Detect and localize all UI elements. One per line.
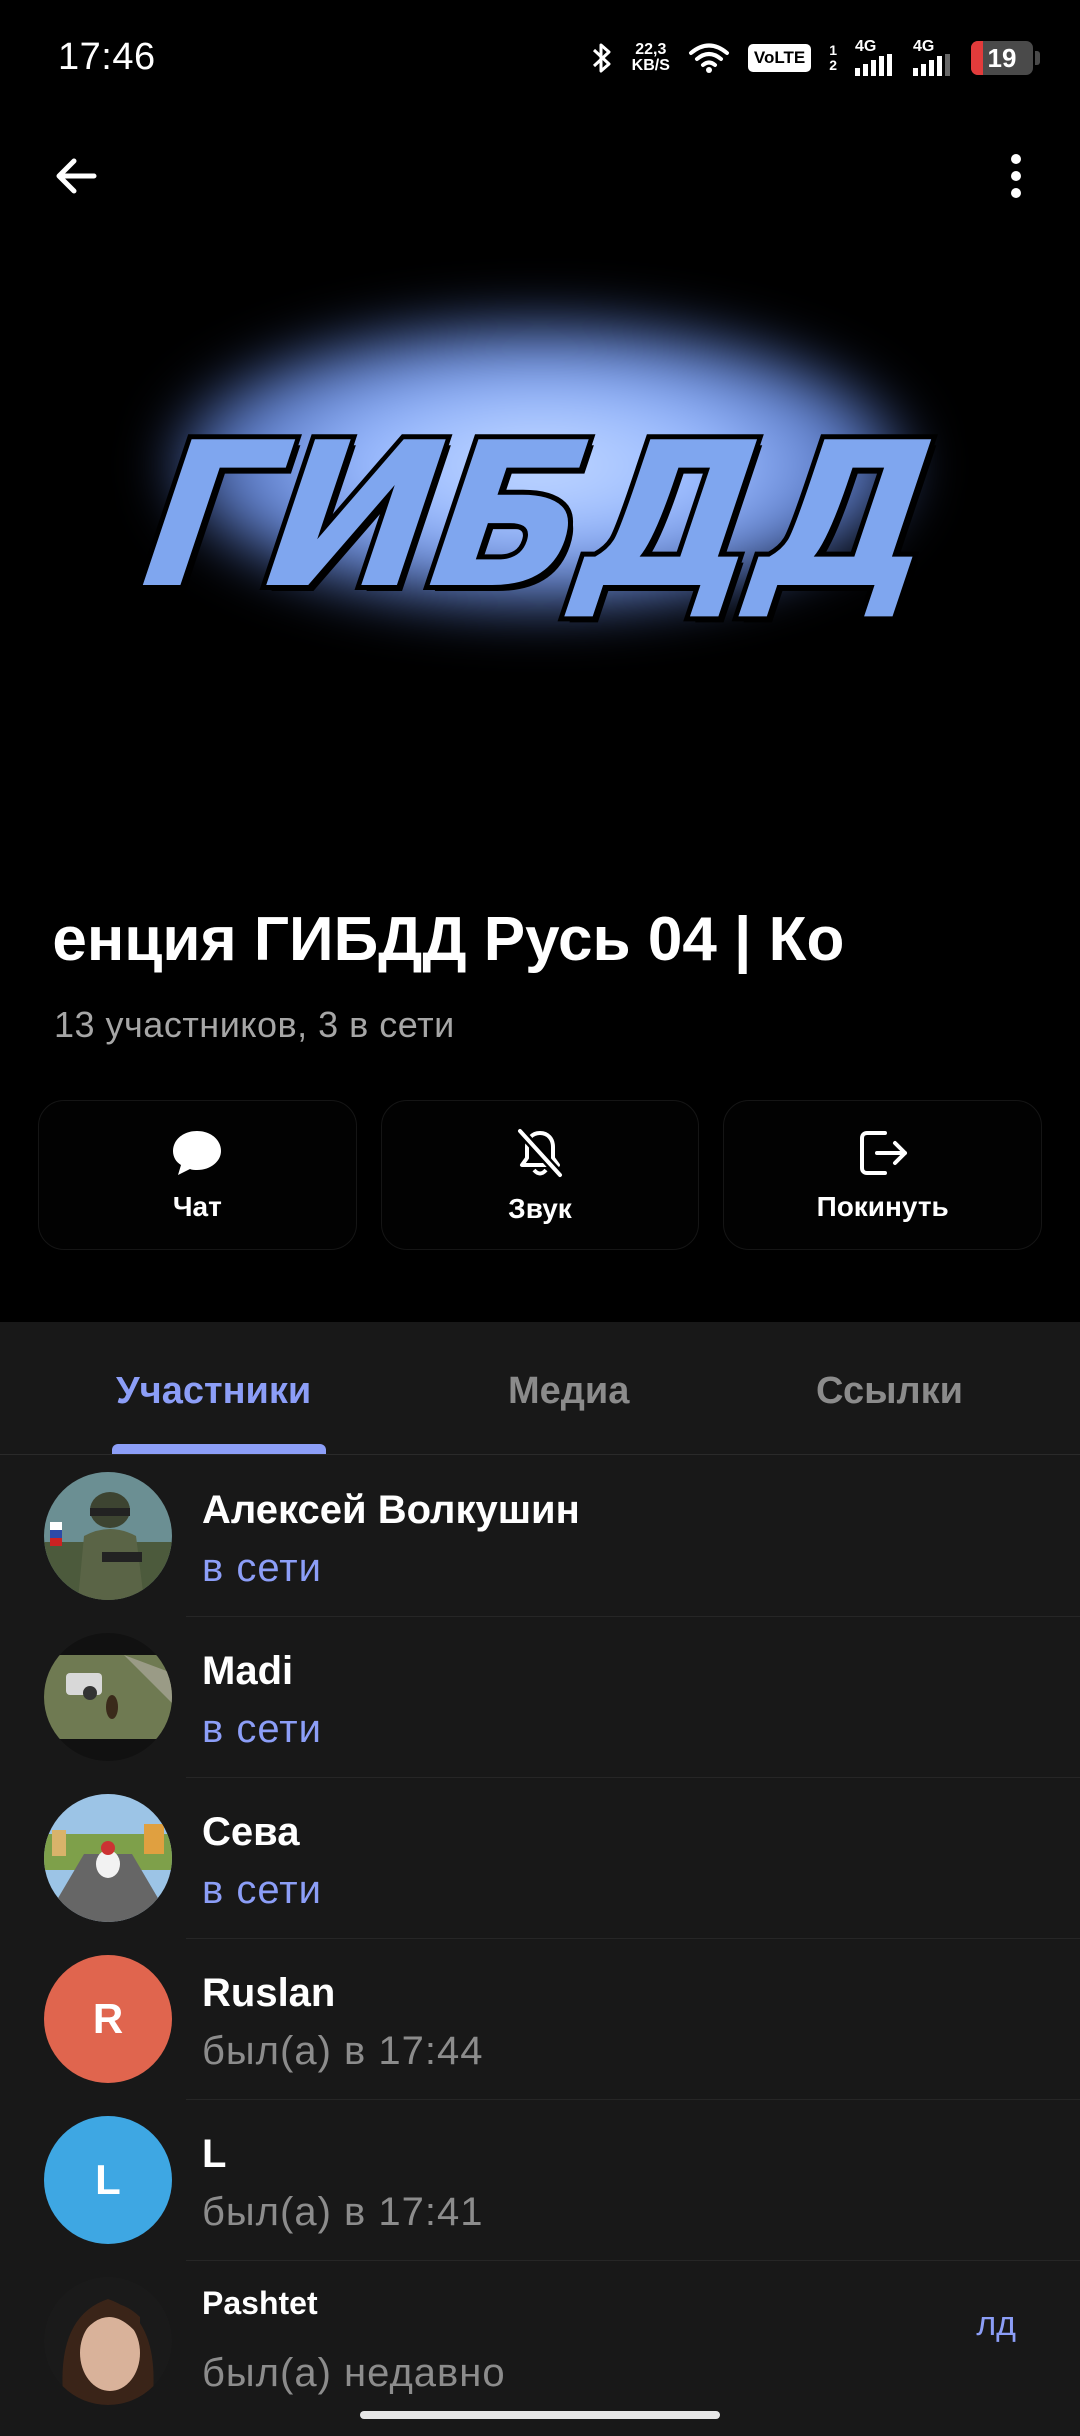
member-status: в сети	[202, 1707, 322, 1751]
sim2-signal: 4G	[913, 39, 953, 76]
sim-indices: 12	[829, 42, 837, 73]
battery-icon: 19	[971, 41, 1033, 75]
member-name: Pashtet	[202, 2285, 318, 2321]
member-status: был(а) недавно	[202, 2351, 506, 2395]
action-row: Чат Звук Покинуть	[38, 1100, 1043, 1250]
group-subtitle: 13 участников, 3 в сети	[54, 1004, 455, 1045]
status-time: 17:46	[58, 36, 156, 78]
wifi-icon	[688, 43, 729, 73]
member-name: Ruslan	[202, 1971, 336, 2015]
leave-icon	[859, 1131, 907, 1175]
volte-badge: VoLTE	[747, 44, 812, 72]
member-row[interactable]: R Ruslan был(а) в 17:44	[0, 1939, 1080, 2100]
signal-icon	[913, 54, 950, 76]
member-name: Алексей Волкушин	[202, 1488, 580, 1532]
tab-indicator	[112, 1444, 326, 1454]
back-button[interactable]	[36, 136, 116, 216]
member-row[interactable]: Pashtet был(а) недавно лд	[0, 2261, 1080, 2422]
member-row[interactable]: Алексей Волкушин в сети	[0, 1456, 1080, 1617]
leave-button[interactable]: Покинуть	[723, 1100, 1043, 1250]
member-row[interactable]: L L был(а) в 17:41	[0, 2100, 1080, 2261]
bell-off-icon	[516, 1127, 564, 1179]
more-vertical-icon	[1011, 154, 1021, 198]
member-status: в сети	[202, 1546, 322, 1590]
status-bar: 17:46 22,3 KB/S VoLTE 12 4G 4G 19	[0, 0, 1080, 120]
leave-label: Покинуть	[816, 1191, 949, 1222]
network-speed: 22,3 KB/S	[631, 41, 670, 74]
group-title: еренция ГИБДД Русь 04 | Ко	[50, 905, 845, 974]
tab-bar: Участники Медиа Ссылки	[0, 1322, 1080, 1455]
home-indicator[interactable]	[360, 2411, 720, 2419]
sim1-signal: 4G	[855, 39, 895, 76]
member-status: был(а) в 17:41	[202, 2190, 484, 2234]
member-status: был(а) в 17:44	[202, 2029, 484, 2073]
more-options-button[interactable]	[976, 136, 1056, 216]
group-cover[interactable]: ГИБДД	[0, 210, 1080, 860]
member-name: L	[202, 2132, 227, 2176]
avatar-initial: R	[44, 1955, 172, 2083]
avatar	[44, 1633, 172, 1761]
sound-label: Звук	[508, 1193, 572, 1224]
chat-button[interactable]: Чат	[38, 1100, 357, 1250]
status-icons: 22,3 KB/S VoLTE 12 4G 4G 19	[590, 36, 1040, 80]
avatar	[44, 1472, 172, 1600]
member-role-badge: лд	[976, 2305, 1016, 2343]
member-name: Madi	[202, 1649, 294, 1693]
avatar	[44, 2277, 172, 2405]
signal-icon	[855, 54, 892, 76]
avatar	[44, 1794, 172, 1922]
chat-bubble-icon	[173, 1131, 222, 1175]
tab-members[interactable]: Участники	[116, 1370, 311, 1413]
member-status: в сети	[202, 1868, 322, 1912]
cover-logo-text: ГИБДД	[127, 395, 953, 638]
member-row[interactable]: Madi в сети	[0, 1617, 1080, 1778]
avatar-initial: L	[44, 2116, 172, 2244]
arrow-left-icon	[56, 158, 97, 194]
bluetooth-icon	[592, 43, 611, 73]
tab-media[interactable]: Медиа	[508, 1370, 629, 1413]
tab-links[interactable]: Ссылки	[816, 1370, 963, 1413]
member-name: Сева	[202, 1810, 300, 1854]
members-panel: Участники Медиа Ссылки Алексей Волкушин …	[0, 1322, 1080, 2436]
chat-label: Чат	[172, 1191, 222, 1222]
sound-button[interactable]: Звук	[380, 1100, 700, 1250]
member-row[interactable]: Сева в сети	[0, 1778, 1080, 1939]
